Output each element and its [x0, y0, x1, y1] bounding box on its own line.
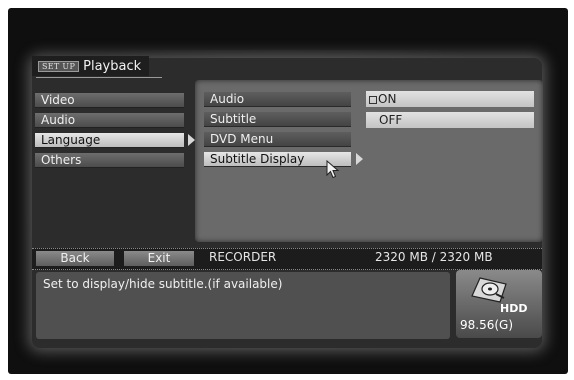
source-label: RECORDER	[209, 250, 277, 264]
menu-item-others[interactable]: Others	[35, 153, 184, 168]
menu-item-video[interactable]: Video	[35, 93, 184, 108]
setup-header: SET UP Playback	[32, 56, 150, 76]
option-on[interactable]: ON	[366, 91, 534, 107]
back-button[interactable]: Back	[36, 251, 114, 266]
menu-expand-arrow-icon	[188, 134, 195, 146]
selected-checkbox-icon	[369, 95, 377, 104]
option-off[interactable]: OFF	[366, 112, 534, 128]
submenu-item-dvd-menu[interactable]: DVD Menu	[204, 132, 351, 147]
submenu-item-audio[interactable]: Audio	[204, 92, 351, 107]
mouse-pointer-icon	[326, 160, 340, 179]
exit-button[interactable]: Exit	[124, 251, 194, 266]
option-off-label: OFF	[379, 113, 403, 127]
hdd-capacity: 98.56(G)	[460, 318, 514, 332]
page-title: Playback	[83, 58, 142, 74]
submenu-item-subtitle[interactable]: Subtitle	[204, 112, 351, 127]
hdd-label: HDD	[500, 302, 528, 315]
header-divider	[36, 77, 162, 78]
option-on-label: ON	[378, 92, 397, 106]
submenu-expand-arrow-icon	[356, 153, 363, 165]
menu-item-language[interactable]: Language	[35, 133, 184, 148]
help-text: Set to display/hide subtitle.(if availab…	[43, 277, 283, 291]
menu-item-audio[interactable]: Audio	[35, 113, 184, 128]
setup-badge: SET UP	[38, 60, 80, 72]
capacity-label: 2320 MB / 2320 MB	[375, 250, 493, 264]
